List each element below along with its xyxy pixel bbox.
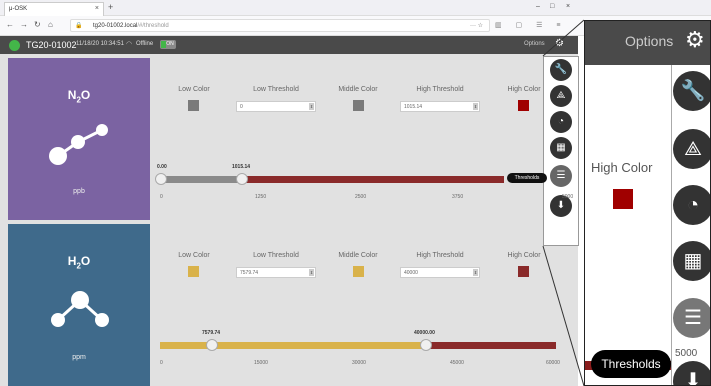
zoom-high-color-label: High Color [591,160,653,175]
gear-icon[interactable]: ⚙ [685,27,705,53]
layout-icon[interactable]: ▦ [673,241,710,281]
wrench-icon[interactable]: 🔧 [673,71,710,111]
zoom-tick-label: 5000 [675,348,698,359]
zoom-page: High Color Thresholds [585,65,671,385]
sliders-icon[interactable]: ☰ [673,298,710,338]
zoom-panel: Options ⚙ High Color Thresholds 🔧 ⟁ ◔ ▦ … [584,20,711,386]
compass-icon[interactable]: ⟁ [673,129,710,169]
zoom-options-label: Options [625,33,674,49]
gauge-icon[interactable]: ◔ [673,185,710,225]
zoom-high-color-swatch[interactable] [613,189,633,209]
zoom-thresholds-tooltip: Thresholds [591,350,671,378]
zoom-header: Options ⚙ [585,21,710,65]
